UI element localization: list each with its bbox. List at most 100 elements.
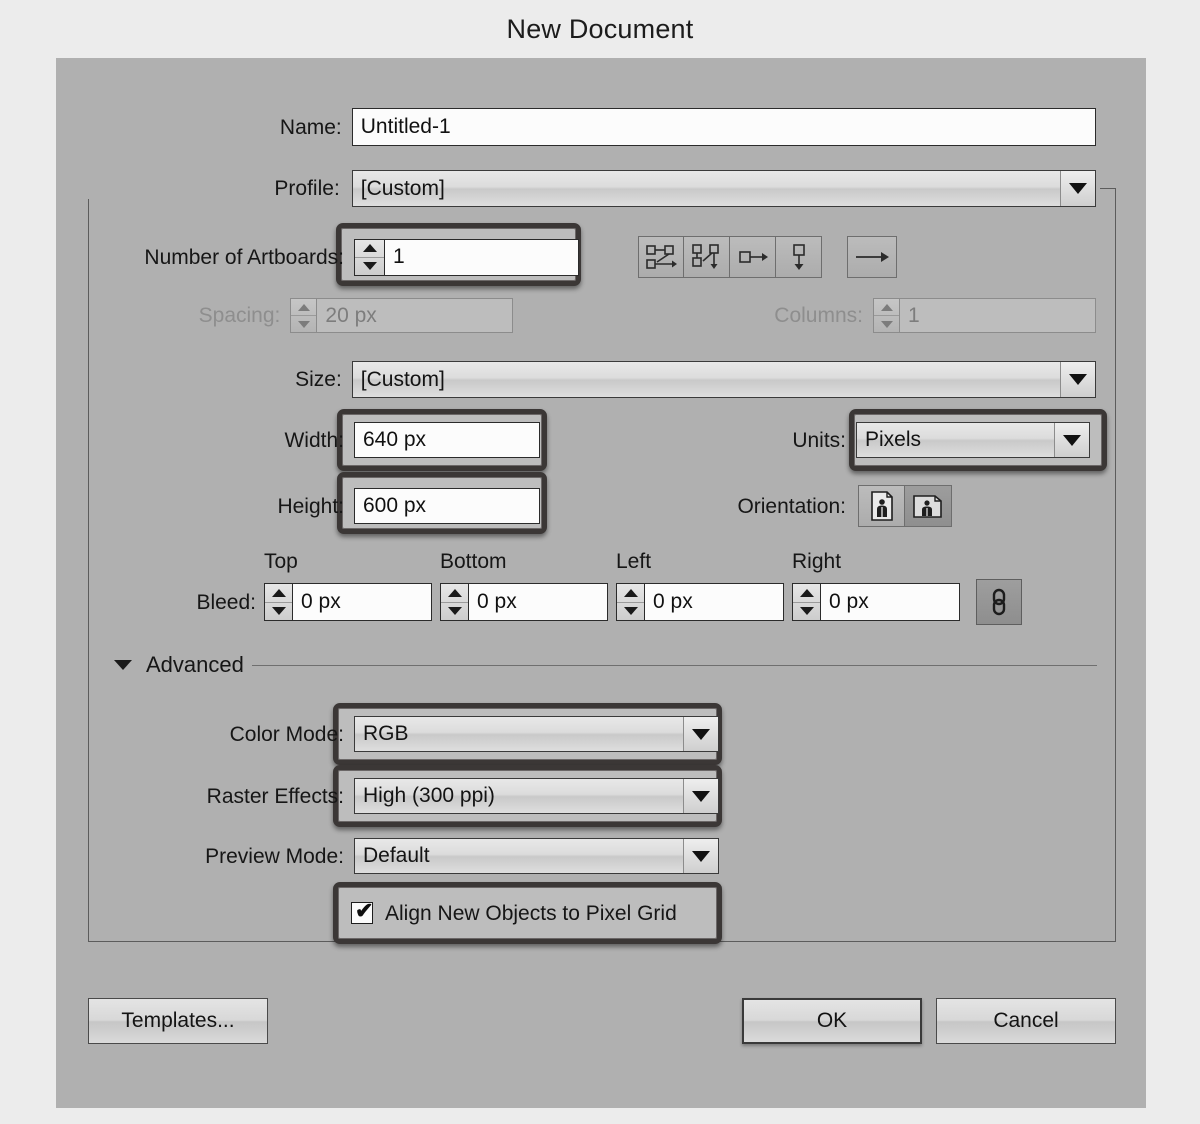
bleed-right-field: 0 px — [792, 583, 960, 621]
width-label: Width: — [284, 428, 344, 452]
spacing-field: 20 px — [290, 298, 514, 333]
height-input[interactable]: 600 px — [354, 488, 540, 524]
width-units-row: Width: 640 px Units: Pixels — [56, 422, 1096, 458]
stepper-up-icon[interactable] — [617, 584, 644, 603]
bleed-bottom-stepper[interactable] — [440, 583, 468, 621]
raster-effects-label: Raster Effects: — [206, 784, 344, 808]
color-mode-label: Color Mode: — [229, 722, 344, 746]
raster-effects-value: High (300 ppi) — [363, 784, 495, 807]
bleed-left-input[interactable]: 0 px — [644, 583, 784, 621]
profile-row: Profile: [Custom] — [56, 170, 1096, 207]
height-orientation-row: Height: 600 px Orientation: — [56, 485, 1096, 527]
new-document-dialog-window: New Document Name: Untitled-1 Profile: [… — [0, 0, 1200, 1124]
raster-effects-select[interactable]: High (300 ppi) — [354, 778, 719, 814]
stepper-columns — [873, 298, 899, 333]
name-input[interactable]: Untitled-1 — [351, 108, 1096, 146]
units-value: Pixels — [865, 428, 922, 451]
artboard-layout-buttons — [638, 236, 822, 278]
size-select[interactable]: [Custom] — [351, 361, 1096, 398]
color-mode-select[interactable]: RGB — [354, 716, 719, 752]
columns-input: 1 — [899, 298, 1096, 333]
bleed-label: Bleed: — [196, 590, 256, 614]
bleed-right-input[interactable]: 0 px — [820, 583, 960, 621]
caret-down-icon[interactable] — [114, 660, 132, 670]
chain-link-icon[interactable] — [976, 579, 1022, 625]
preview-mode-select[interactable]: Default — [354, 838, 719, 874]
stepper-up-icon[interactable] — [265, 584, 292, 603]
grid-by-row-icon[interactable] — [638, 236, 684, 278]
preview-mode-value: Default — [363, 844, 430, 867]
name-row: Name: Untitled-1 — [56, 108, 1096, 146]
grid-by-column-icon[interactable] — [684, 236, 730, 278]
orientation-label: Orientation: — [737, 494, 846, 518]
stepper-up-icon[interactable] — [441, 584, 468, 603]
artboards-spinner-group: 1 — [354, 238, 579, 276]
landscape-orientation-icon[interactable] — [905, 485, 952, 527]
chevron-down-icon[interactable] — [683, 717, 718, 751]
size-row: Size: [Custom] — [56, 361, 1096, 398]
raster-effects-row: Raster Effects: High (300 ppi) — [56, 778, 1096, 814]
stepper-down-icon[interactable] — [617, 603, 644, 621]
stepper-down-icon[interactable] — [441, 603, 468, 621]
stepper-down-icon[interactable] — [355, 258, 384, 275]
bleed-bottom-input[interactable]: 0 px — [468, 583, 608, 621]
width-input[interactable]: 640 px — [354, 422, 540, 458]
profile-select[interactable]: [Custom] — [351, 170, 1096, 207]
bleed-left-stepper[interactable] — [616, 583, 644, 621]
ok-button[interactable]: OK — [742, 998, 922, 1044]
artboards-input[interactable]: 1 — [384, 238, 579, 276]
bleed-bottom-field: 0 px — [440, 583, 608, 621]
spacing-stepper — [290, 298, 317, 333]
align-pixel-grid-label: Align New Objects to Pixel Grid — [385, 901, 677, 925]
advanced-separator — [252, 665, 1097, 666]
templates-button[interactable]: Templates... — [88, 998, 268, 1044]
bleed-top-label: Top — [264, 550, 298, 573]
size-label: Size: — [295, 368, 342, 391]
advanced-header[interactable]: Advanced — [114, 654, 244, 676]
arrange-by-row-icon[interactable] — [730, 236, 776, 278]
bleed-right-stepper[interactable] — [792, 583, 820, 621]
stepper-down-icon[interactable] — [793, 603, 820, 621]
color-mode-value: RGB — [363, 722, 409, 745]
cancel-button[interactable]: Cancel — [936, 998, 1116, 1044]
chevron-down-icon[interactable] — [1060, 362, 1095, 397]
color-mode-row: Color Mode: RGB — [56, 716, 1096, 752]
stepper-up-icon[interactable] — [355, 240, 384, 258]
stepper-down-icon — [874, 316, 899, 332]
align-pixel-grid-row[interactable]: ✔ Align New Objects to Pixel Grid — [351, 898, 711, 928]
units-select[interactable]: Pixels — [856, 422, 1090, 458]
check-icon: ✔ — [355, 898, 374, 923]
change-to-rtl-layout-icon[interactable] — [847, 236, 897, 278]
dialog-titlebar: New Document — [0, 0, 1200, 58]
chevron-down-icon[interactable] — [1060, 171, 1095, 206]
artboards-row: Number of Artboards: 1 — [56, 236, 1096, 278]
artboards-stepper[interactable] — [354, 238, 384, 276]
columns-label: Columns: — [774, 304, 863, 327]
stepper-down-icon — [291, 316, 316, 332]
dialog-title: New Document — [506, 13, 694, 44]
profile-label: Profile: — [56, 178, 342, 199]
bleed-top-stepper[interactable] — [264, 583, 292, 621]
spacing-columns-row: Spacing: 20 px Columns: 1 — [56, 298, 1096, 333]
chevron-down-icon[interactable] — [683, 839, 718, 873]
bleed-left-label: Left — [616, 550, 652, 573]
portrait-orientation-icon[interactable] — [858, 485, 905, 527]
stepper-up-icon[interactable] — [793, 584, 820, 603]
group-border-top-right — [1100, 188, 1116, 189]
stepper-down-icon[interactable] — [265, 603, 292, 621]
preview-mode-row: Preview Mode: Default — [56, 838, 1096, 874]
advanced-label: Advanced — [146, 652, 244, 677]
artboards-label: Number of Artboards: — [144, 245, 344, 269]
arrange-by-column-icon[interactable] — [776, 236, 822, 278]
align-pixel-grid-checkbox[interactable]: ✔ — [351, 898, 374, 924]
chevron-down-icon[interactable] — [683, 779, 718, 813]
spacing-input: 20 px — [316, 298, 514, 333]
dialog-body: Name: Untitled-1 Profile: [Custom] Numbe… — [56, 58, 1146, 1108]
bleed-top-input[interactable]: 0 px — [292, 583, 432, 621]
units-label: Units: — [792, 428, 846, 452]
chevron-down-icon[interactable] — [1054, 423, 1089, 457]
height-label: Height: — [277, 494, 344, 518]
bleed-captions-row: Top Bottom Left Right — [264, 551, 968, 572]
spacing-label: Spacing: — [198, 304, 281, 327]
preview-mode-label: Preview Mode: — [205, 844, 344, 868]
